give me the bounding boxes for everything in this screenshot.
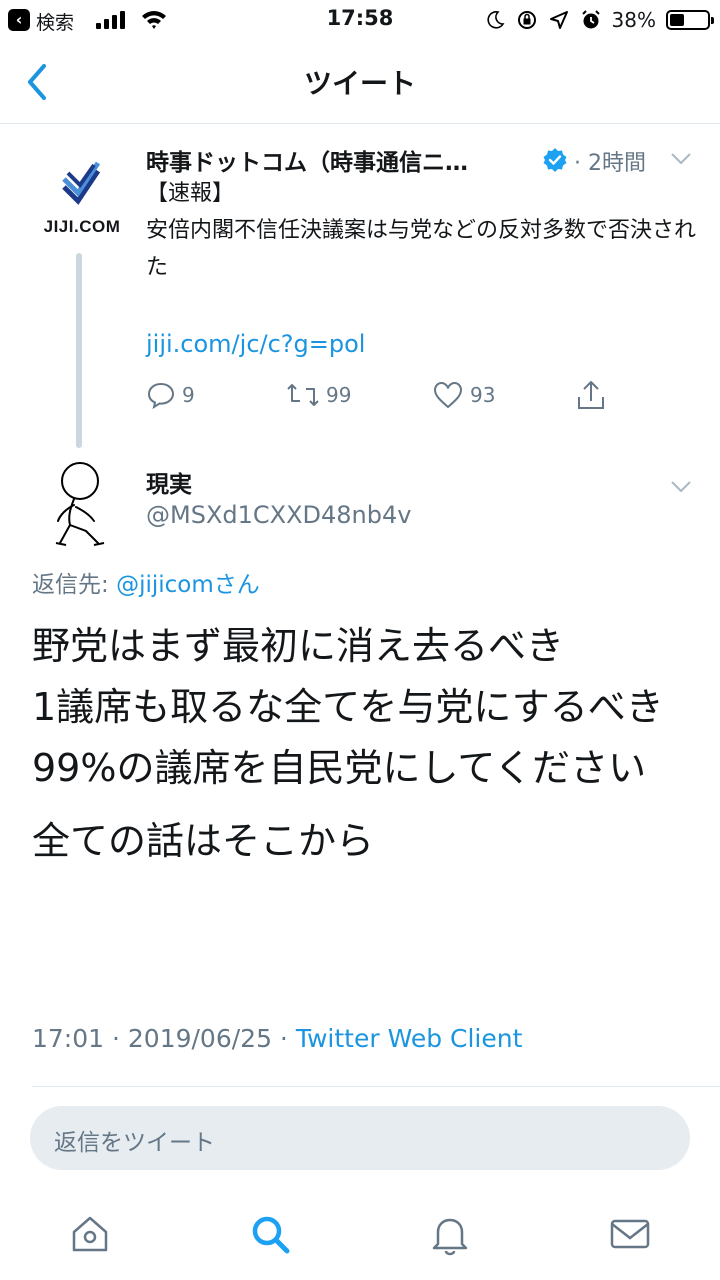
chevron-down-icon[interactable] bbox=[670, 479, 692, 495]
reply-compose-placeholder: 返信をツイート bbox=[54, 1130, 215, 1156]
tweet-line: 全ての話はそこから bbox=[32, 819, 375, 863]
reply-bubble-icon bbox=[147, 382, 175, 410]
home-icon[interactable] bbox=[68, 1212, 112, 1256]
navigation-bar: ツイート bbox=[0, 40, 720, 124]
like-count: 93 bbox=[470, 383, 496, 407]
retweet-count: 99 bbox=[326, 383, 352, 407]
verified-badge-icon bbox=[543, 148, 567, 172]
orientation-lock-icon bbox=[517, 11, 536, 29]
reply-author-name[interactable]: 現実 bbox=[146, 465, 192, 499]
reply-compose-input[interactable]: 返信をツイート bbox=[30, 1106, 690, 1170]
battery-percent: 38% bbox=[611, 8, 656, 32]
parent-tweet-text: 【速報】 安倍内閣不信任決議案は与党などの反対多数で否決された bbox=[146, 181, 697, 280]
messages-envelope-icon[interactable] bbox=[608, 1212, 652, 1256]
search-icon[interactable] bbox=[248, 1212, 292, 1256]
heart-icon bbox=[433, 381, 463, 409]
alarm-clock-icon bbox=[581, 10, 600, 29]
battery-fill bbox=[670, 14, 684, 26]
retweet-icon bbox=[287, 384, 319, 406]
reply-count: 9 bbox=[182, 383, 195, 407]
replying-to-label: 返信先: bbox=[32, 572, 117, 598]
reply-action[interactable]: 9 bbox=[146, 377, 195, 413]
tweet-metadata: 17:01 · 2019/06/25 · Twitter Web Client bbox=[32, 1024, 522, 1053]
moon-icon bbox=[486, 11, 504, 29]
bottom-tab-bar bbox=[0, 1190, 720, 1280]
replying-to: 返信先: @jijicomさん bbox=[32, 565, 260, 599]
parent-tweet-link[interactable]: jiji.com/jc/c?g=pol bbox=[146, 330, 365, 358]
parent-time-ago: · 2時間 bbox=[574, 151, 646, 176]
stick-figure-avatar[interactable] bbox=[38, 459, 128, 551]
jiji-logo-icon bbox=[62, 161, 101, 205]
thread-connector bbox=[76, 253, 82, 448]
location-arrow-icon bbox=[549, 11, 568, 29]
tweet-line: 野党はまず最初に消え去るべき bbox=[32, 624, 565, 668]
jiji-avatar[interactable]: JIJI.COM bbox=[30, 147, 130, 247]
reply-tweet-header: 現実 @MSXd1CXXD48nb4v bbox=[0, 455, 720, 555]
tweet-timestamp: 17:01 · 2019/06/25 · bbox=[32, 1024, 296, 1053]
tweet-line: 1議席も取るな全てを与党にするべき bbox=[32, 685, 664, 729]
battery-icon bbox=[666, 10, 714, 30]
page-title: ツイート bbox=[303, 67, 416, 100]
parent-action-bar: 9 99 93 bbox=[146, 377, 616, 413]
share-icon bbox=[578, 381, 604, 409]
divider bbox=[32, 1086, 720, 1087]
parent-tweet[interactable]: JIJI.COM 時事ドットコム（時事通信ニ… · 2時間 【速報】 安倍内閣不… bbox=[0, 125, 720, 450]
status-bar: ‹ 検索 17:58 38% bbox=[0, 0, 720, 40]
like-action[interactable]: 93 bbox=[432, 377, 495, 413]
logo-wordmark: JIJI.COM bbox=[43, 217, 121, 236]
notifications-bell-icon[interactable] bbox=[428, 1212, 472, 1256]
reply-tweet-text: 野党はまず最初に消え去るべき 1議席も取るな全てを与党にするべき 99%の議席を… bbox=[32, 616, 692, 872]
parent-tweet-header: 時事ドットコム（時事通信ニ… · 2時間 bbox=[146, 143, 706, 177]
share-action[interactable] bbox=[576, 377, 606, 413]
parent-author-name[interactable]: 時事ドットコム（時事通信ニ… bbox=[146, 143, 526, 177]
reply-author-handle[interactable]: @MSXd1CXXD48nb4v bbox=[146, 501, 411, 529]
chevron-down-icon[interactable] bbox=[670, 151, 692, 167]
tweet-line: 99%の議席を自民党にしてください bbox=[32, 746, 647, 790]
retweet-action[interactable]: 99 bbox=[286, 377, 351, 413]
tweet-client-link[interactable]: Twitter Web Client bbox=[296, 1024, 523, 1053]
replying-to-mention[interactable]: @jijicomさん bbox=[116, 572, 260, 598]
